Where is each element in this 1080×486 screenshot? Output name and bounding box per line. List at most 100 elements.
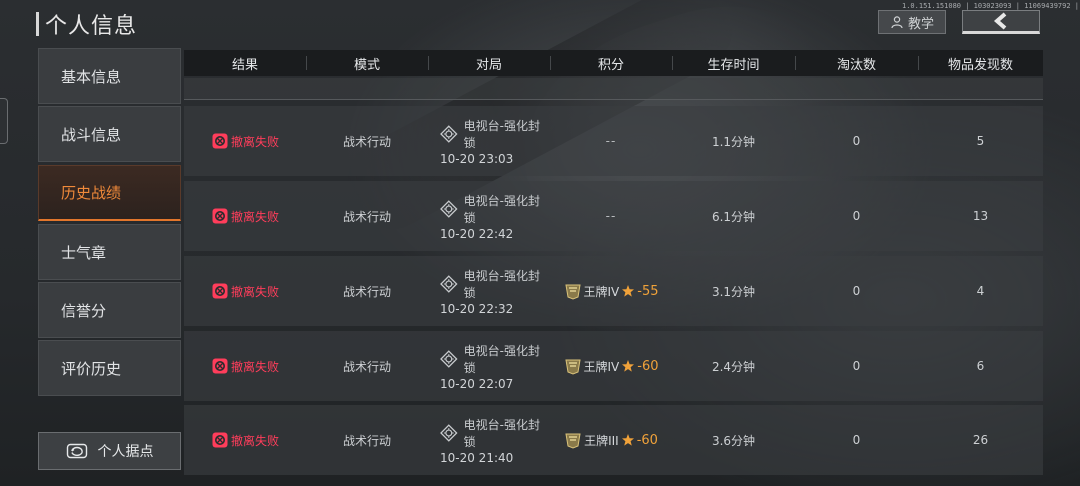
tutorial-button[interactable]: 教学 (878, 10, 946, 34)
header-match: 对局 (428, 50, 550, 76)
back-button[interactable] (962, 10, 1040, 34)
match-datetime: 10-20 22:07 (440, 376, 514, 391)
table-row[interactable]: 撤离失败 战术行动 电视台-强化封锁 10-20 23:03 -- 1.1分钟 … (184, 106, 1043, 176)
survival-time: 2.4分钟 (711, 359, 756, 374)
sidebar-item-morale-badge[interactable]: 士气章 (38, 224, 181, 280)
star-icon (622, 285, 635, 297)
score-delta: -60 (636, 432, 658, 448)
items-found: 5 (976, 134, 985, 148)
map-icon (440, 274, 458, 293)
page-title: 个人信息 (45, 14, 138, 39)
match-cell: 电视台-强化封锁 10-20 23:03 (428, 106, 550, 176)
rank-badge-icon (564, 284, 581, 300)
personal-outpost-button[interactable]: 个人据点 (38, 432, 181, 470)
title-accent-bar (36, 12, 39, 36)
sidebar-item-label: 战斗信息 (61, 125, 122, 144)
items-found: 26 (972, 433, 989, 447)
score-empty: -- (605, 134, 617, 148)
extraction-failed-icon (212, 133, 228, 149)
result-cell: 撤离失败 (184, 405, 306, 475)
map-name: 电视台-强化封锁 (463, 417, 540, 449)
sidebar-item-combat-info[interactable]: 战斗信息 (38, 106, 181, 162)
score-cell: -- (550, 181, 672, 251)
header-result: 结果 (231, 57, 258, 73)
map-name: 电视台-强化封锁 (463, 343, 540, 375)
survival-time: 3.6分钟 (711, 433, 756, 448)
sidebar-item-reputation[interactable]: 信誉分 (38, 282, 181, 338)
match-cell: 电视台-强化封锁 10-20 22:32 (428, 256, 550, 326)
mode-cell: 战术行动 (342, 134, 391, 149)
sidebar-item-basic-info[interactable]: 基本信息 (38, 48, 181, 104)
result-cell: 撤离失败 (184, 106, 306, 176)
rank-name: 王牌III (584, 433, 619, 448)
match-datetime: 10-20 23:03 (440, 151, 514, 166)
survival-time: 6.1分钟 (711, 209, 756, 224)
match-datetime: 10-20 22:32 (440, 301, 514, 316)
table-row-partial (184, 78, 1043, 100)
score-cell: 王牌IV -55 (550, 256, 672, 326)
score-cell: -- (550, 106, 672, 176)
sidebar-item-label: 历史战绩 (61, 184, 122, 202)
items-found: 4 (976, 284, 985, 298)
sidebar-item-label: 信誉分 (61, 301, 107, 320)
sidebar-item-label: 士气章 (61, 243, 107, 262)
table-row[interactable]: 撤离失败 战术行动 电视台-强化封锁 10-20 22:32 王牌IV -55 3… (184, 256, 1043, 326)
sidebar-item-label: 评价历史 (61, 359, 122, 378)
header-score: 积分 (550, 50, 672, 76)
star-icon (622, 360, 635, 372)
map-name: 电视台-强化封锁 (463, 193, 540, 225)
extraction-failed-icon (212, 432, 228, 448)
header-eliminations: 淘汰数 (795, 50, 918, 76)
sidebar-item-match-history[interactable]: 历史战绩 (38, 165, 181, 221)
table-row[interactable]: 撤离失败 战术行动 电视台-强化封锁 10-20 22:07 王牌IV -60 2… (184, 331, 1043, 401)
extraction-failed-icon (212, 283, 228, 299)
map-icon (440, 199, 458, 218)
match-datetime: 10-20 22:42 (440, 226, 514, 241)
map-icon (440, 423, 458, 442)
outpost-label: 个人据点 (97, 444, 154, 460)
mode-cell: 战术行动 (342, 209, 391, 224)
rank-name: 王牌IV (583, 284, 620, 299)
map-icon (440, 124, 458, 143)
map-icon (440, 349, 458, 368)
result-cell: 撤离失败 (184, 331, 306, 401)
eliminations: 0 (852, 209, 861, 223)
extraction-failed-icon (212, 358, 228, 374)
result-text: 撤离失败 (231, 359, 280, 374)
sidebar-item-label: 基本信息 (61, 67, 122, 86)
tutorial-label: 教学 (907, 16, 934, 32)
table-row[interactable]: 撤离失败 战术行动 电视台-强化封锁 10-20 22:42 -- 6.1分钟 … (184, 181, 1043, 251)
table-row[interactable]: 撤离失败 战术行动 电视台-强化封锁 10-20 21:40 王牌III -60 … (184, 405, 1043, 475)
survival-time: 3.1分钟 (711, 284, 756, 299)
eliminations: 0 (852, 134, 861, 148)
map-name: 电视台-强化封锁 (463, 118, 540, 150)
sidebar-item-review-history[interactable]: 评价历史 (38, 340, 181, 396)
extraction-failed-icon (212, 208, 228, 224)
match-datetime: 10-20 21:40 (440, 450, 514, 465)
map-name: 电视台-强化封锁 (463, 268, 540, 300)
mode-cell: 战术行动 (342, 284, 391, 299)
result-text: 撤离失败 (231, 209, 280, 224)
person-icon (891, 16, 903, 29)
match-cell: 电视台-强化封锁 10-20 22:07 (428, 331, 550, 401)
mode-cell: 战术行动 (342, 359, 391, 374)
header-items-found: 物品发现数 (918, 50, 1043, 76)
items-found: 13 (972, 209, 989, 223)
star-icon (621, 434, 634, 446)
outpost-icon (66, 443, 87, 459)
history-table-header: 结果 模式 对局 积分 生存时间 淘汰数 物品发现数 (184, 50, 1043, 76)
mode-cell: 战术行动 (342, 433, 391, 448)
rank-badge-icon (565, 433, 581, 449)
header-mode: 模式 (306, 50, 428, 76)
left-edge-tab[interactable] (0, 98, 8, 144)
score-delta: -55 (637, 283, 659, 299)
score-delta: -60 (637, 358, 659, 374)
result-text: 撤离失败 (231, 284, 280, 299)
chevron-left-icon (993, 12, 1007, 30)
result-text: 撤离失败 (231, 134, 280, 149)
eliminations: 0 (852, 359, 861, 373)
match-cell: 电视台-强化封锁 10-20 22:42 (428, 181, 550, 251)
rank-name: 王牌IV (583, 359, 620, 374)
eliminations: 0 (852, 433, 861, 447)
match-cell: 电视台-强化封锁 10-20 21:40 (428, 405, 550, 475)
